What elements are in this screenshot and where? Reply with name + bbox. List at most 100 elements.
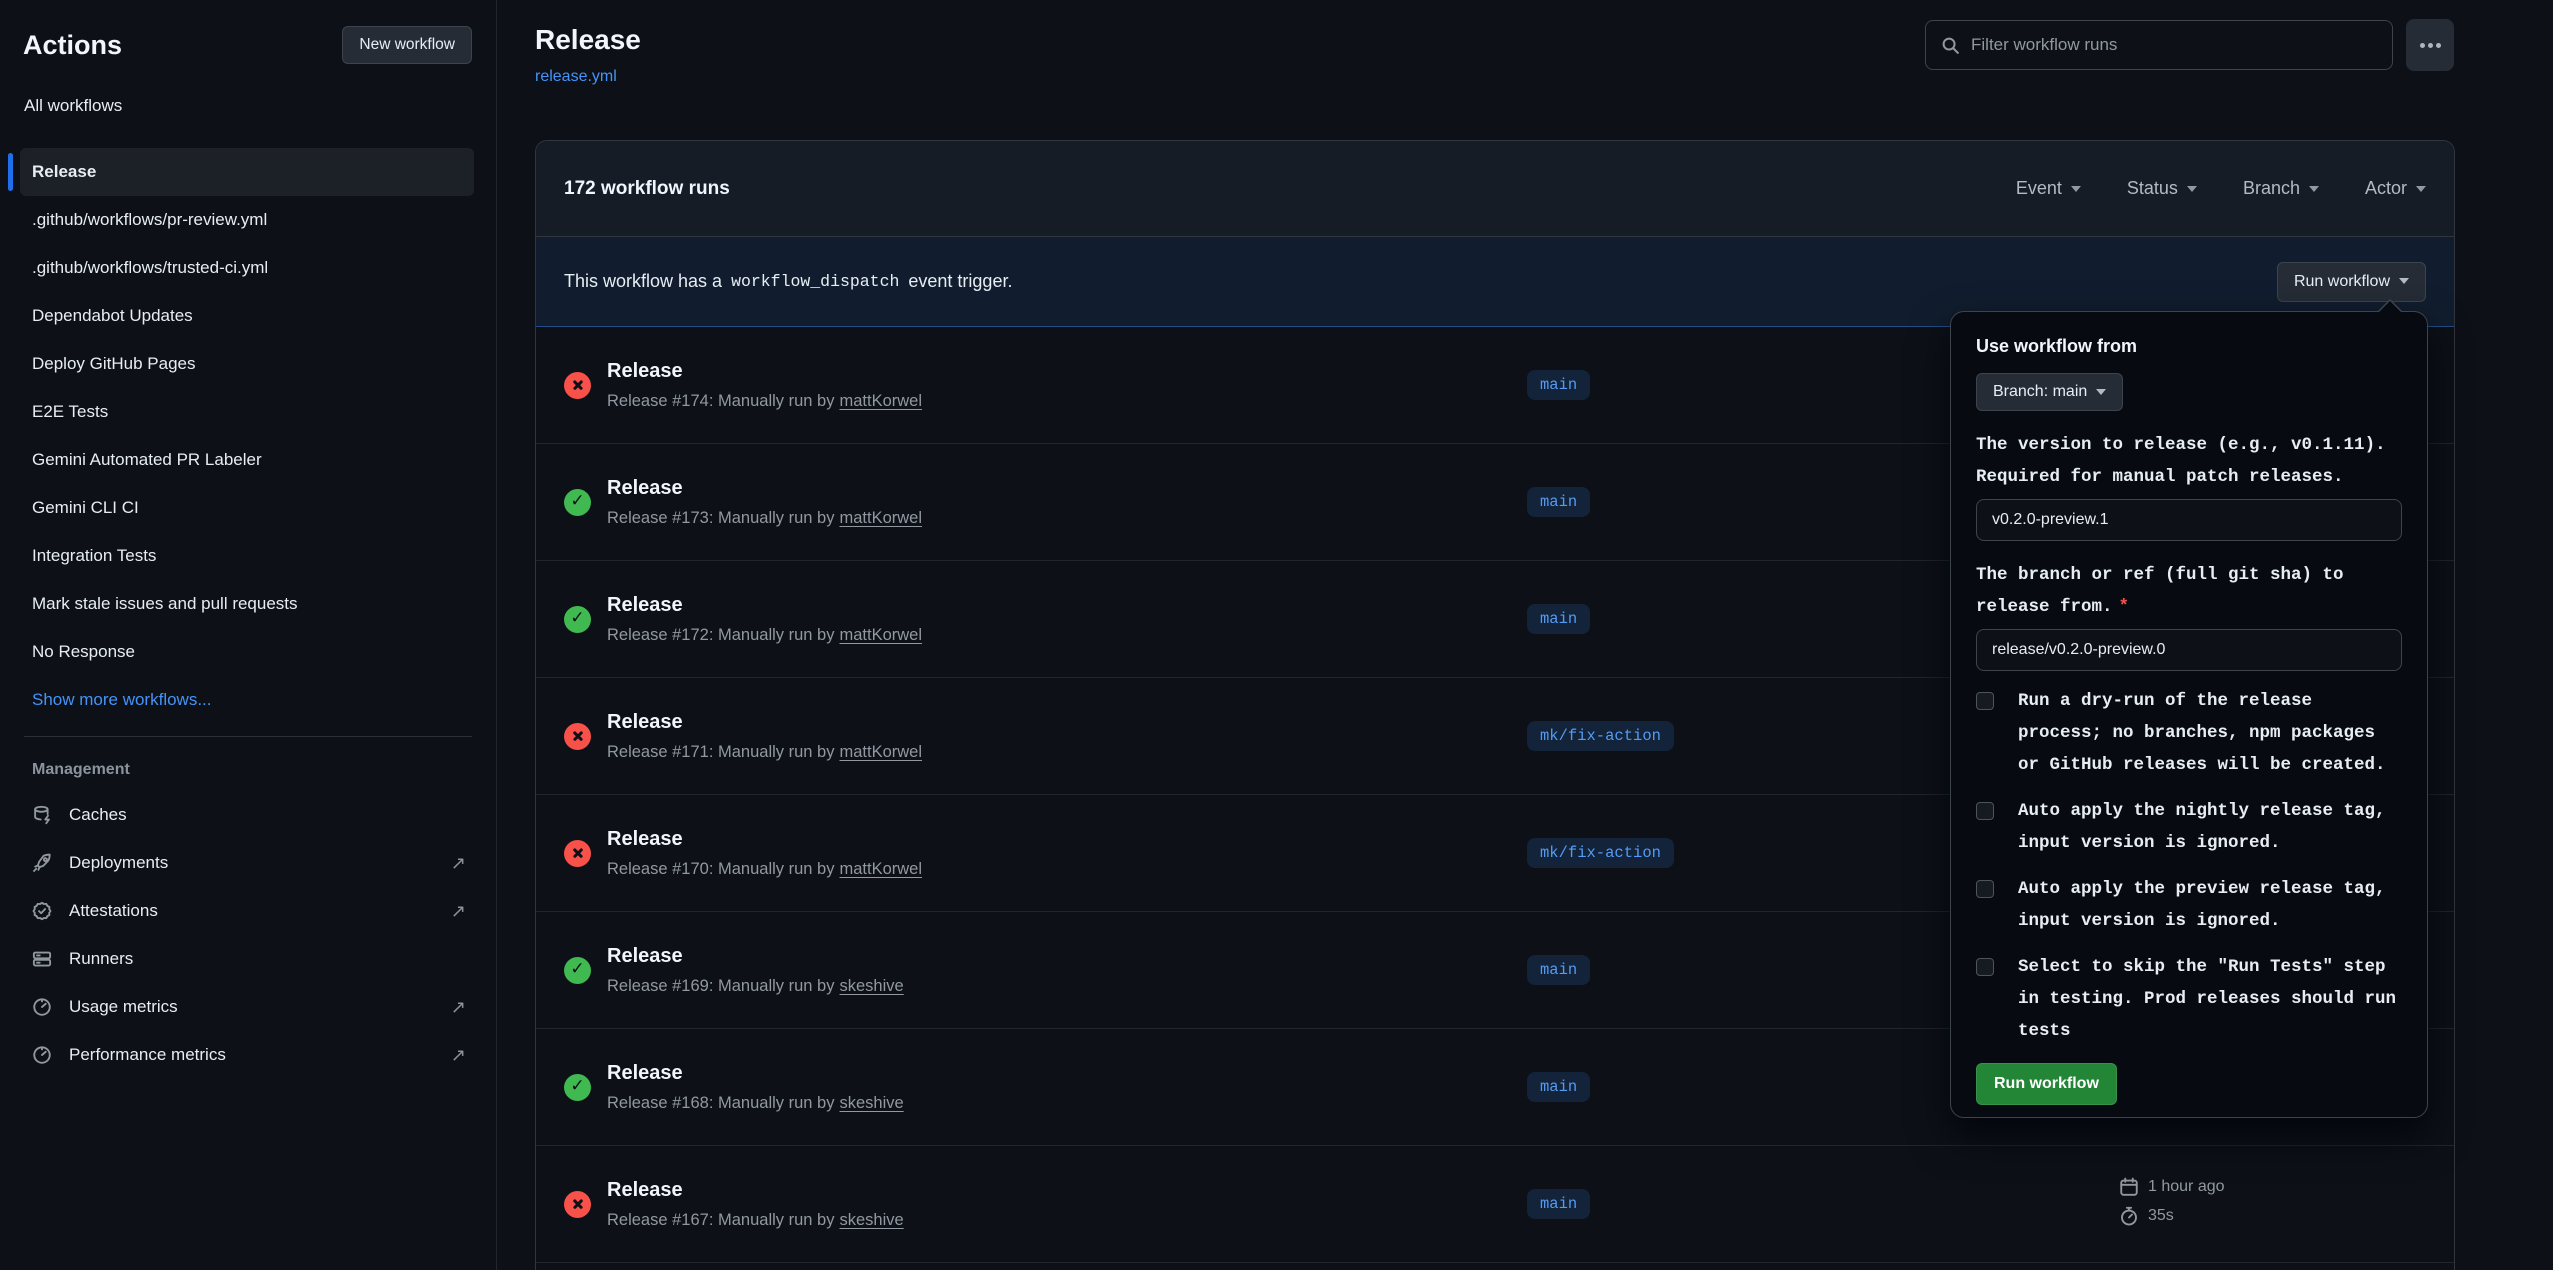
version-input[interactable] <box>1976 499 2402 541</box>
button-label: Run workflow <box>2294 273 2390 290</box>
branch-badge[interactable]: mk/fix-action <box>1527 721 1674 751</box>
verified-icon <box>32 901 52 921</box>
run-desc-text: Release #171: Manually run by <box>607 743 834 761</box>
run-title-link[interactable]: Release <box>607 360 683 382</box>
run-summary: Release Release #169: Manually run byske… <box>607 945 1527 996</box>
run-actor-link[interactable]: mattKorwel <box>839 743 922 761</box>
sidebar-item-deployments[interactable]: Deployments ↗ <box>0 839 496 887</box>
sidebar-item-attestations[interactable]: Attestations ↗ <box>0 887 496 935</box>
banner-text: This workflow has a <box>564 271 722 292</box>
nightly-tag-checkbox[interactable] <box>1976 802 1994 820</box>
branch-selector-button[interactable]: Branch: main <box>1976 373 2123 411</box>
branch-badge[interactable]: main <box>1527 1189 1590 1219</box>
sidebar-item-workflow[interactable]: Gemini CLI CI <box>20 484 474 532</box>
show-more-workflows-link[interactable]: Show more workflows... <box>0 676 496 724</box>
run-summary: Release Release #167: Manually run by ske… <box>607 1179 1527 1230</box>
run-time-label: 1 hour ago <box>2148 1178 2225 1196</box>
search-input[interactable] <box>1971 35 2377 55</box>
filter-runs-searchbox[interactable] <box>1925 20 2393 70</box>
external-link-icon: ↗ <box>451 997 466 1018</box>
sidebar-item-workflow[interactable]: Release <box>20 148 474 196</box>
workflow-file-link[interactable]: release.yml <box>535 68 617 86</box>
chevron-down-icon <box>2187 186 2197 192</box>
run-actor-link[interactable]: mattKorwel <box>839 509 922 527</box>
run-workflow-submit-button[interactable]: Run workflow <box>1976 1063 2117 1105</box>
run-summary: Release Release #174: Manually run bymat… <box>607 360 1527 411</box>
skip-tests-checkbox[interactable] <box>1976 958 1994 976</box>
sidebar-item-workflow[interactable]: Mark stale issues and pull requests <box>20 580 474 628</box>
run-title-link[interactable]: Release <box>607 1062 683 1084</box>
workflow-nav: Release .github/workflows/pr-review.yml … <box>0 148 496 676</box>
branch-badge[interactable]: main <box>1527 1072 1590 1102</box>
workflow-run-row[interactable]: Release Release #167: Manually run by ske… <box>536 1146 2454 1263</box>
run-title-link[interactable]: Release <box>607 945 683 967</box>
run-title-link[interactable]: Release <box>607 477 683 499</box>
run-actor-link[interactable]: skeshive <box>839 1211 903 1229</box>
branch-badge[interactable]: main <box>1527 370 1590 400</box>
run-actor-link[interactable]: skeshive <box>839 977 903 995</box>
branch-badge[interactable]: mk/fix-action <box>1527 838 1674 868</box>
run-actor-link[interactable]: mattKorwel <box>839 392 922 410</box>
sidebar-item-label: Integration Tests <box>32 546 156 566</box>
meter-icon <box>32 997 52 1017</box>
sidebar-item-workflow[interactable]: Integration Tests <box>20 532 474 580</box>
new-workflow-button[interactable]: New workflow <box>342 26 472 64</box>
sidebar-item-workflow[interactable]: Dependabot Updates <box>20 292 474 340</box>
filter-branch[interactable]: Branch <box>2243 178 2319 199</box>
kebab-horizontal-icon <box>2428 43 2433 48</box>
filter-event[interactable]: Event <box>2016 178 2081 199</box>
run-description: Release #171: Manually run by mattKorwel <box>607 743 1527 762</box>
sidebar-item-performance-metrics[interactable]: Performance metrics ↗ <box>0 1031 496 1079</box>
filter-label: Status <box>2127 178 2178 198</box>
skip-tests-option: Select to skip the "Run Tests" step in t… <box>1976 951 2402 1047</box>
run-title-link[interactable]: Release <box>607 711 683 733</box>
status-success-icon <box>564 1074 591 1101</box>
sidebar-item-workflow[interactable]: .github/workflows/pr-review.yml <box>20 196 474 244</box>
search-icon <box>1941 36 1960 55</box>
sidebar-item-caches[interactable]: Caches ↗ <box>0 791 496 839</box>
run-description: Release #172: Manually run bymattKorwel <box>607 626 1527 645</box>
branch-badge[interactable]: main <box>1527 487 1590 517</box>
sidebar-item-label: Deployments <box>69 853 168 873</box>
dry-run-checkbox[interactable] <box>1976 692 1994 710</box>
sidebar-item-workflow[interactable]: Deploy GitHub Pages <box>20 340 474 388</box>
sidebar-item-label: .github/workflows/pr-review.yml <box>32 210 267 230</box>
sidebar-item-label: Dependabot Updates <box>32 306 193 326</box>
filter-actor[interactable]: Actor <box>2365 178 2426 199</box>
run-description: Release #170: Manually run bymattKorwel <box>607 860 1527 879</box>
run-meta: 1 hour ago 35s <box>2119 1177 2225 1226</box>
external-link-icon: ↗ <box>451 901 466 922</box>
run-description: Release #173: Manually run bymattKorwel <box>607 509 1527 528</box>
actions-page: Actions New workflow All workflows Relea… <box>0 0 2553 1270</box>
run-actor-link[interactable]: mattKorwel <box>839 626 922 644</box>
run-duration: 35s <box>2119 1206 2225 1226</box>
chevron-down-icon <box>2309 186 2319 192</box>
page-title: Actions <box>23 30 122 61</box>
sidebar-item-workflow[interactable]: E2E Tests <box>20 388 474 436</box>
run-duration-label: 35s <box>2148 1207 2174 1225</box>
run-desc-text: Release #167: Manually run by <box>607 1211 834 1229</box>
sidebar-item-all-workflows[interactable]: All workflows <box>0 74 496 120</box>
sidebar-item-workflow[interactable]: No Response <box>20 628 474 676</box>
workflow-options-button[interactable] <box>2406 19 2454 71</box>
chevron-down-icon <box>2071 186 2081 192</box>
run-title-link[interactable]: Release <box>607 828 683 850</box>
sidebar-item-usage-metrics[interactable]: Usage metrics ↗ <box>0 983 496 1031</box>
branch-badge[interactable]: main <box>1527 955 1590 985</box>
run-title-link[interactable]: Release <box>607 1179 683 1201</box>
run-start-time: 1 hour ago <box>2119 1177 2225 1197</box>
preview-tag-checkbox[interactable] <box>1976 880 1994 898</box>
sidebar-item-runners[interactable]: Runners ↗ <box>0 935 496 983</box>
run-actor-link[interactable]: skeshive <box>839 1094 903 1112</box>
sidebar-item-label: Deploy GitHub Pages <box>32 354 195 374</box>
branch-badge[interactable]: main <box>1527 604 1590 634</box>
sidebar-item-workflow[interactable]: Gemini Automated PR Labeler <box>20 436 474 484</box>
ref-input[interactable] <box>1976 629 2402 671</box>
run-actor-link[interactable]: mattKorwel <box>839 860 922 878</box>
status-failure-icon <box>564 840 591 867</box>
status-success-icon <box>564 957 591 984</box>
filter-status[interactable]: Status <box>2127 178 2197 199</box>
run-title-link[interactable]: Release <box>607 594 683 616</box>
run-workflow-dropdown-button[interactable]: Run workflow <box>2277 262 2426 302</box>
sidebar-item-workflow[interactable]: .github/workflows/trusted-ci.yml <box>20 244 474 292</box>
